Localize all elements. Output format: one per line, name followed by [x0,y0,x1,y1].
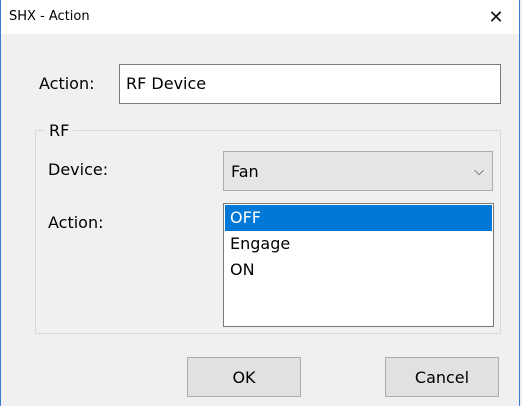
chevron-down-icon: ⌵ [474,164,484,179]
list-item-engage[interactable]: Engage [225,231,492,257]
title-bar[interactable]: SHX - Action ✕ [1,0,519,34]
action-name-input[interactable]: RF Device [119,64,501,104]
list-item-on[interactable]: ON [225,257,492,283]
close-button[interactable]: ✕ [473,0,519,34]
action-label: Action: [39,74,95,93]
list-item-off[interactable]: OFF [225,205,492,231]
action-listbox[interactable]: OFF Engage ON [223,203,494,327]
rf-group-legend: RF [45,121,74,140]
ok-button[interactable]: OK [187,357,301,397]
rf-action-label: Action: [48,213,104,232]
device-label: Device: [48,160,109,179]
window-title: SHX - Action [9,9,90,24]
device-dropdown-value: Fan [231,162,259,181]
device-dropdown[interactable]: Fan ⌵ [223,151,493,191]
cancel-button[interactable]: Cancel [385,357,499,397]
close-icon: ✕ [488,6,504,28]
action-dialog: SHX - Action ✕ Action: RF Device RF Devi… [0,0,520,406]
